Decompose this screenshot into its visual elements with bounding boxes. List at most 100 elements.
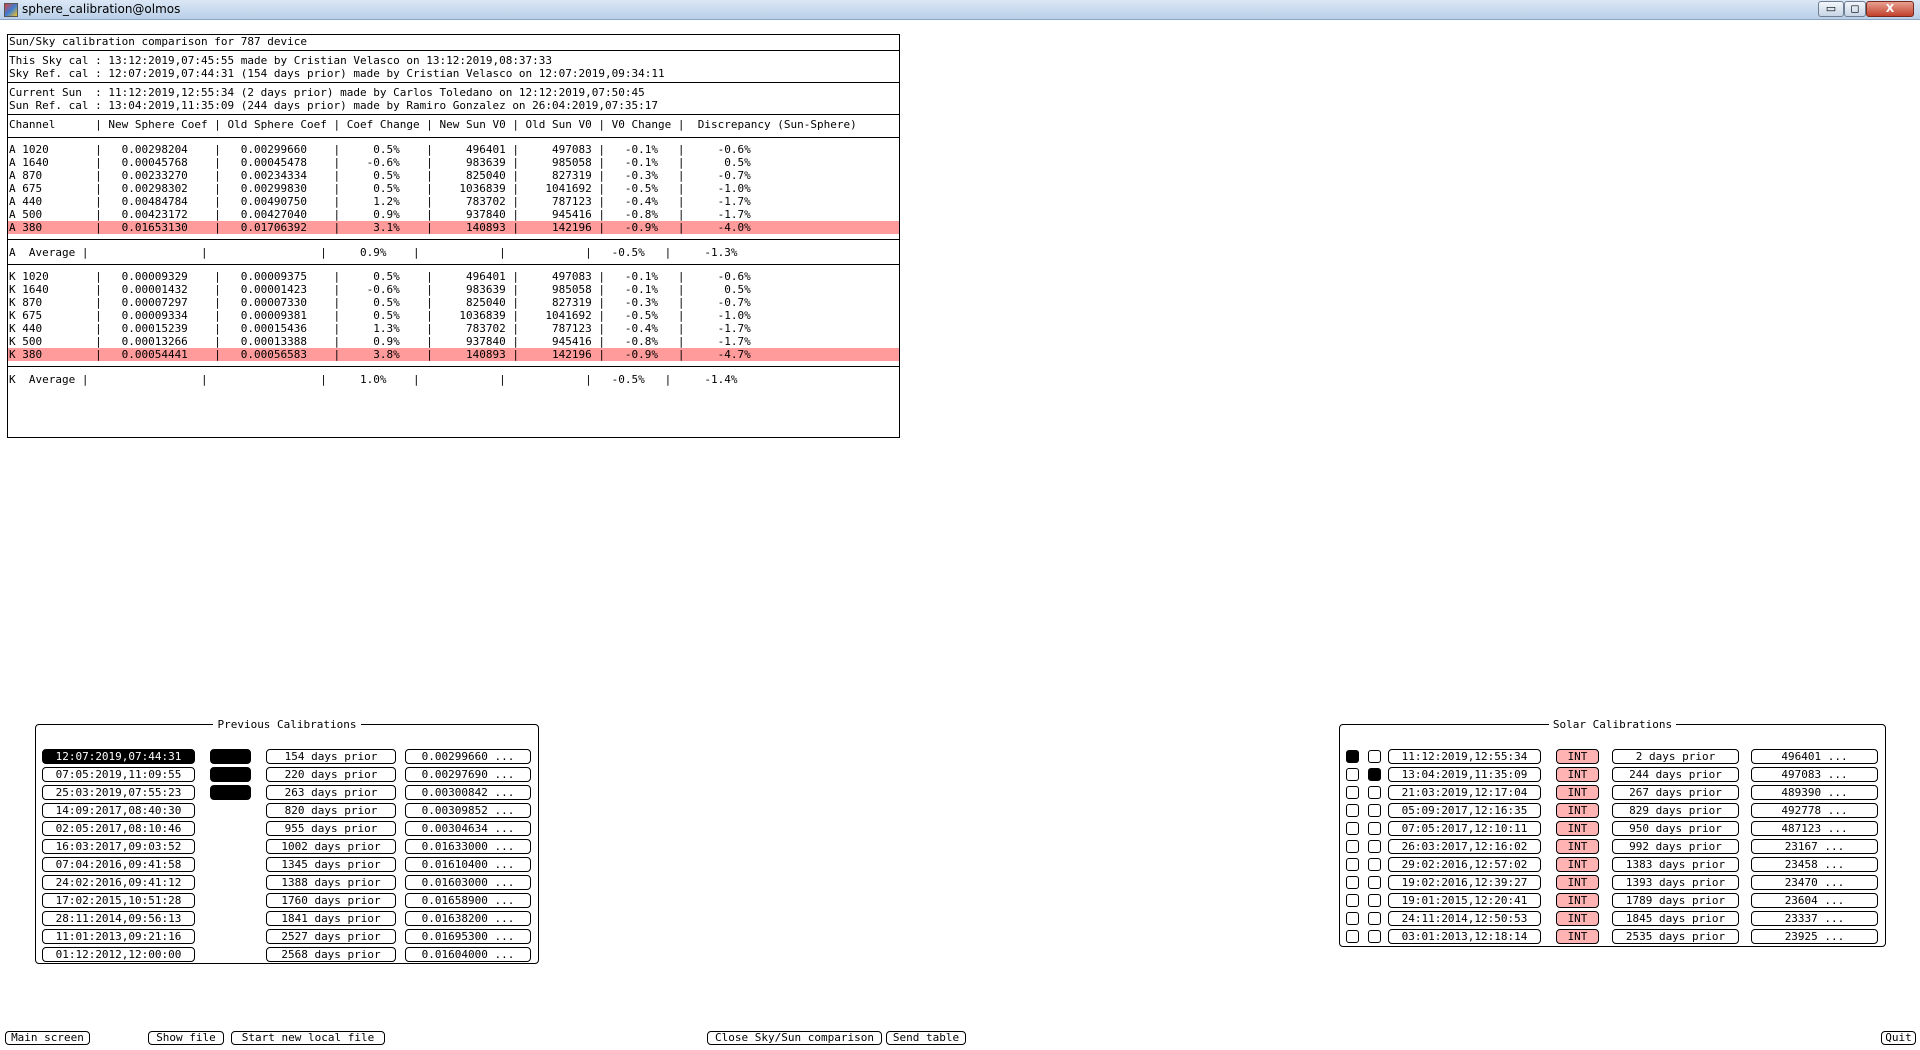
days-prior-label: 1841 days prior	[266, 911, 396, 926]
start-new-local-file-button[interactable]: Start new local file	[231, 1031, 385, 1045]
main-screen-button[interactable]: Main screen	[5, 1031, 90, 1045]
quit-button[interactable]: Quit	[1881, 1031, 1916, 1045]
solar-calibration-date-button[interactable]: 11:12:2019,12:55:34	[1388, 749, 1541, 764]
previous-calibration-date-button[interactable]: 25:03:2019,07:55:23	[42, 785, 195, 800]
reference-sun-checkbox[interactable]	[1368, 768, 1381, 781]
calibration-type-badge: INT	[1556, 839, 1599, 854]
sun-ref-line: Sun Ref. cal : 13:04:2019,11:35:09 (244 …	[9, 99, 659, 112]
show-file-button[interactable]: Show file	[148, 1031, 224, 1045]
calibration-value-button[interactable]: 492778 ...	[1751, 803, 1878, 818]
maximize-button[interactable]: ◻	[1844, 1, 1866, 17]
previous-calibration-date-button[interactable]: 07:05:2019,11:09:55	[42, 767, 195, 782]
calibration-value-button[interactable]: 23470 ...	[1751, 875, 1878, 890]
solar-calibration-date-button[interactable]: 05:09:2017,12:16:35	[1388, 803, 1541, 818]
current-sun-checkbox[interactable]	[1346, 930, 1359, 943]
calibration-value-button[interactable]: 0.01604000 ...	[405, 947, 531, 962]
reference-sun-checkbox[interactable]	[1368, 750, 1381, 763]
calibration-value-button[interactable]: 0.01633000 ...	[405, 839, 531, 854]
days-prior-label: 1760 days prior	[266, 893, 396, 908]
previous-calibration-date-button[interactable]: 28:11:2014,09:56:13	[42, 911, 195, 926]
previous-calibration-date-button[interactable]: 11:01:2013,09:21:16	[42, 929, 195, 944]
calibration-value-button[interactable]: 23167 ...	[1751, 839, 1878, 854]
close-window-button[interactable]: X	[1866, 1, 1914, 17]
reference-sun-checkbox[interactable]	[1368, 930, 1381, 943]
days-prior-label: 1393 days prior	[1612, 875, 1739, 890]
table-row: A 1640 | 0.00045768 | 0.00045478 | -0.6%…	[9, 156, 751, 169]
calibration-value-button[interactable]: 0.00300842 ...	[405, 785, 531, 800]
current-sun-checkbox[interactable]	[1346, 894, 1359, 907]
calibration-value-button[interactable]: 23458 ...	[1751, 857, 1878, 872]
days-prior-label: 1002 days prior	[266, 839, 396, 854]
table-row: K 500 | 0.00013266 | 0.00013388 | 0.9% |…	[9, 335, 751, 348]
solar-calibration-date-button[interactable]: 13:04:2019,11:35:09	[1388, 767, 1541, 782]
current-sun-checkbox[interactable]	[1346, 768, 1359, 781]
previous-calibrations-legend: Previous Calibrations	[217, 718, 357, 731]
previous-calibration-date-button[interactable]: 16:03:2017,09:03:52	[42, 839, 195, 854]
previous-calibration-date-button[interactable]: 14:09:2017,08:40:30	[42, 803, 195, 818]
solar-calibration-date-button[interactable]: 03:01:2013,12:18:14	[1388, 929, 1541, 944]
solar-calibration-date-button[interactable]: 19:01:2015,12:20:41	[1388, 893, 1541, 908]
window-title: sphere_calibration@olmos	[22, 2, 181, 16]
calibration-value-button[interactable]: 496401 ...	[1751, 749, 1878, 764]
calibration-value-button[interactable]: 487123 ...	[1751, 821, 1878, 836]
table-row: K 870 | 0.00007297 | 0.00007330 | 0.5% |…	[9, 296, 751, 309]
reference-sun-checkbox[interactable]	[1368, 912, 1381, 925]
reference-sun-checkbox[interactable]	[1368, 804, 1381, 817]
current-sun-checkbox[interactable]	[1346, 822, 1359, 835]
calibration-value-button[interactable]: 0.01603000 ...	[405, 875, 531, 890]
minimize-button[interactable]: ▭	[1818, 1, 1844, 17]
reference-sun-checkbox[interactable]	[1368, 858, 1381, 871]
divider	[8, 114, 899, 115]
current-sun-checkbox[interactable]	[1346, 804, 1359, 817]
previous-calibration-date-button[interactable]: 24:02:2016,09:41:12	[42, 875, 195, 890]
current-sun-checkbox[interactable]	[1346, 912, 1359, 925]
calibration-value-button[interactable]: 23925 ...	[1751, 929, 1878, 944]
calibration-value-button[interactable]: 0.01695300 ...	[405, 929, 531, 944]
table-header: Channel | New Sphere Coef | Old Sphere C…	[9, 118, 857, 131]
current-sun-checkbox[interactable]	[1346, 876, 1359, 889]
previous-calibration-date-button[interactable]: 17:02:2015,10:51:28	[42, 893, 195, 908]
table-row: K 440 | 0.00015239 | 0.00015436 | 1.3% |…	[9, 322, 751, 335]
calibration-value-button[interactable]: 0.01658900 ...	[405, 893, 531, 908]
previous-calibration-date-button[interactable]: 12:07:2019,07:44:31	[42, 749, 195, 764]
current-sun-checkbox[interactable]	[1346, 750, 1359, 763]
calibration-value-button[interactable]: 0.01638200 ...	[405, 911, 531, 926]
previous-calibration-date-button[interactable]: 01:12:2012,12:00:00	[42, 947, 195, 962]
previous-calibration-date-button[interactable]: 07:04:2016,09:41:58	[42, 857, 195, 872]
reference-sun-checkbox[interactable]	[1368, 840, 1381, 853]
calibration-value-button[interactable]: 0.00309852 ...	[405, 803, 531, 818]
calibration-type-badge: INT	[1556, 785, 1599, 800]
solar-calibration-date-button[interactable]: 26:03:2017,12:16:02	[1388, 839, 1541, 854]
previous-calibrations-panel: Previous Calibrations 12:07:2019,07:44:3…	[35, 718, 539, 964]
calibration-value-button[interactable]: 0.00299660 ...	[405, 749, 531, 764]
solar-calibration-date-button[interactable]: 29:02:2016,12:57:02	[1388, 857, 1541, 872]
reference-sun-checkbox[interactable]	[1368, 876, 1381, 889]
solar-calibration-date-button[interactable]: 19:02:2016,12:39:27	[1388, 875, 1541, 890]
calibration-value-button[interactable]: 23604 ...	[1751, 893, 1878, 908]
calibration-value-button[interactable]: 497083 ...	[1751, 767, 1878, 782]
previous-calibration-date-button[interactable]: 02:05:2017,08:10:46	[42, 821, 195, 836]
reference-sun-checkbox[interactable]	[1368, 786, 1381, 799]
calibration-value-button[interactable]: 23337 ...	[1751, 911, 1878, 926]
table-row: A 1020 | 0.00298204 | 0.00299660 | 0.5% …	[9, 143, 751, 156]
solar-calibration-date-button[interactable]: 24:11:2014,12:50:53	[1388, 911, 1541, 926]
reference-sun-checkbox[interactable]	[1368, 822, 1381, 835]
calibration-value-button[interactable]: 489390 ...	[1751, 785, 1878, 800]
k-channel-rows: K 1020 | 0.00009329 | 0.00009375 | 0.5% …	[8, 265, 899, 361]
days-prior-label: 829 days prior	[1612, 803, 1739, 818]
current-sun-checkbox[interactable]	[1346, 840, 1359, 853]
current-sun-checkbox[interactable]	[1346, 786, 1359, 799]
table-row: K 1640 | 0.00001432 | 0.00001423 | -0.6%…	[9, 283, 751, 296]
reference-marker	[210, 767, 251, 782]
calibration-type-badge: INT	[1556, 749, 1599, 764]
reference-sun-checkbox[interactable]	[1368, 894, 1381, 907]
close-sky-sun-comparison-button[interactable]: Close Sky/Sun comparison	[707, 1031, 882, 1045]
app-icon	[4, 3, 18, 17]
send-table-button[interactable]: Send table	[886, 1031, 966, 1045]
calibration-value-button[interactable]: 0.00304634 ...	[405, 821, 531, 836]
solar-calibration-date-button[interactable]: 21:03:2019,12:17:04	[1388, 785, 1541, 800]
solar-calibration-date-button[interactable]: 07:05:2017,12:10:11	[1388, 821, 1541, 836]
current-sun-checkbox[interactable]	[1346, 858, 1359, 871]
calibration-value-button[interactable]: 0.01610400 ...	[405, 857, 531, 872]
calibration-value-button[interactable]: 0.00297690 ...	[405, 767, 531, 782]
